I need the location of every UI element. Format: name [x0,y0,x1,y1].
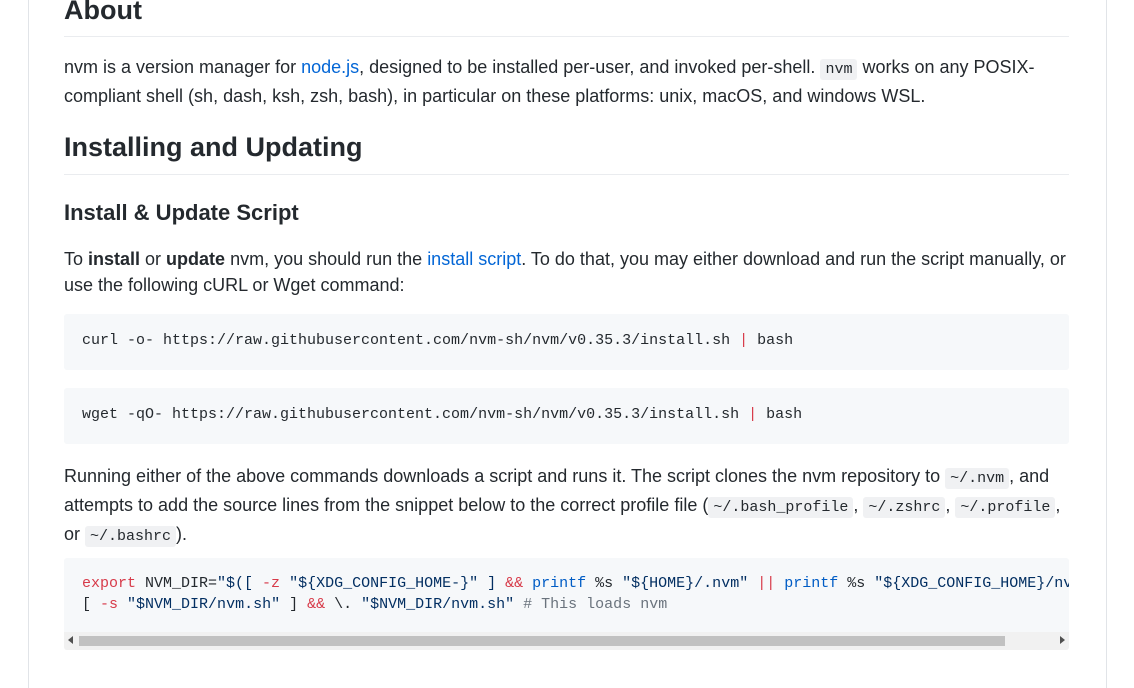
install-script-heading: Install & Update Script [64,200,299,225]
zshrc-inline-code: ~/.zshrc [863,497,946,518]
snippet-l1-h [775,575,784,592]
about-text-1: nvm is a version manager for [64,57,302,77]
about-heading: About [64,0,142,25]
install-strong: install [88,249,141,269]
readme-card: About nvm is a version manager for node.… [28,0,1107,688]
wget-pipe: | [748,406,758,423]
snippet-printf-2: printf [784,575,839,592]
running-text-6: ). [176,524,188,544]
running-text-1: Running either of the above commands dow… [64,466,946,486]
wget-command: wget -qO- https://raw.githubusercontent.… [82,406,749,423]
curl-tail: bash [748,332,794,349]
snippet-l2-a: [ [82,596,101,613]
snippet-line-2: [ -s "$NVM_DIR/nvm.sh" ] && \. "$NVM_DIR… [82,595,667,615]
running-text-4: , [945,495,956,515]
snippet-and-1: && [505,575,524,592]
nodejs-link[interactable]: node.js [301,57,359,77]
install-script-link[interactable]: install script [427,249,521,269]
install-paragraph: To install or update nvm, you should run… [64,246,1069,298]
curl-code-block[interactable]: curl -o- https://raw.githubusercontent.c… [64,314,1069,370]
scroll-right-arrow-icon[interactable] [1060,636,1065,644]
nvm-inline-code: nvm [820,59,858,80]
nvm-dir-inline-code: ~/.nvm [945,468,1010,489]
snippet-l2-g [514,596,523,613]
source-snippet-code-block[interactable]: export NVM_DIR="$([ -z "${XDG_CONFIG_HOM… [64,558,1069,650]
snippet-and-2: && [307,596,326,613]
snippet-l1-f: "${HOME}/.nvm" [622,575,749,592]
bashrc-inline-code: ~/.bashrc [85,526,177,547]
running-paragraph: Running either of the above commands dow… [64,463,1069,550]
snippet-l1-j: "${XDG_CONFIG_HOME}/nvm")" [874,575,1069,592]
snippet-l2-b [118,596,127,613]
snippet-l1-b: "$([ [217,575,263,592]
snippet-l1-c: "${XDG_CONFIG_HOME-}" ] [280,575,506,592]
profile-inline-code: ~/.profile [955,497,1056,518]
snippet-line-1: export NVM_DIR="$([ -z "${XDG_CONFIG_HOM… [82,574,1069,594]
install-text-2: or [140,249,167,269]
about-paragraph: nvm is a version manager for node.js, de… [64,54,1069,109]
scrollbar-thumb[interactable] [79,636,1005,646]
snippet-l2-c: "$NVM_DIR/nvm.sh" [127,596,281,613]
export-keyword: export [82,575,137,592]
wget-code-block[interactable]: wget -qO- https://raw.githubusercontent.… [64,388,1069,444]
installing-heading-rule [64,174,1069,175]
about-text-2: , designed to be installed per-user, and… [359,57,821,77]
snippet-horizontal-scrollbar[interactable] [64,632,1069,650]
install-text-3: nvm, you should run the [225,249,428,269]
snippet-l1-g [748,575,757,592]
snippet-l2-d: ] [280,596,308,613]
snippet-l1-e: %s [586,575,623,592]
snippet-l1-i: %s [838,575,875,592]
installing-heading: Installing and Updating [64,132,363,162]
snippet-or: || [757,575,776,592]
snippet-l1-d [523,575,532,592]
snippet-l1-a: NVM_DIR= [136,575,218,592]
about-heading-rule [64,36,1069,37]
running-text-3: , [853,495,864,515]
curl-command: curl -o- https://raw.githubusercontent.c… [82,332,740,349]
snippet-z-flag: -z [262,575,281,592]
curl-pipe: | [739,332,749,349]
scroll-left-arrow-icon[interactable] [68,636,73,644]
snippet-printf-1: printf [532,575,587,592]
snippet-comment: # This loads nvm [523,596,668,613]
update-strong: update [166,249,226,269]
snippet-l2-f: "$NVM_DIR/nvm.sh" [361,596,515,613]
bash-profile-inline-code: ~/.bash_profile [708,497,854,518]
snippet-s-flag: -s [100,596,119,613]
wget-command-line: wget -qO- https://raw.githubusercontent.… [82,405,802,425]
wget-tail: bash [757,406,803,423]
curl-command-line: curl -o- https://raw.githubusercontent.c… [82,331,793,351]
snippet-l2-e: \. [325,596,362,613]
install-text-1: To [64,249,89,269]
